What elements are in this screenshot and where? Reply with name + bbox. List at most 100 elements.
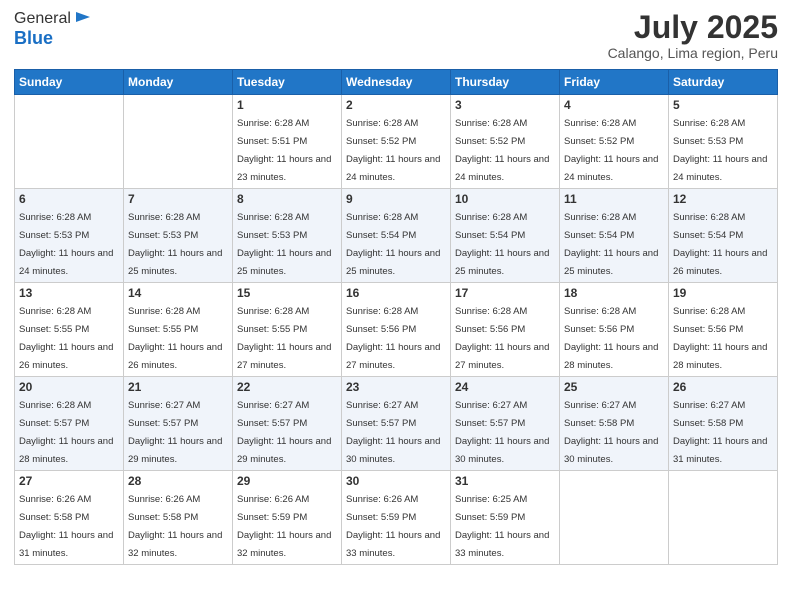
day-number: 18	[564, 286, 664, 300]
day-number: 17	[455, 286, 555, 300]
day-number: 7	[128, 192, 228, 206]
day-info: Sunrise: 6:28 AMSunset: 5:56 PMDaylight:…	[564, 306, 658, 371]
day-number: 14	[128, 286, 228, 300]
day-number: 11	[564, 192, 664, 206]
day-info: Sunrise: 6:27 AMSunset: 5:58 PMDaylight:…	[673, 400, 767, 465]
day-number: 2	[346, 98, 446, 112]
calendar-cell: 30 Sunrise: 6:26 AMSunset: 5:59 PMDaylig…	[342, 471, 451, 565]
day-number: 24	[455, 380, 555, 394]
day-info: Sunrise: 6:27 AMSunset: 5:57 PMDaylight:…	[128, 400, 222, 465]
day-number: 20	[19, 380, 119, 394]
page-header: General Blue July 2025 Calango, Lima reg…	[14, 10, 778, 61]
week-row-5: 27 Sunrise: 6:26 AMSunset: 5:58 PMDaylig…	[15, 471, 778, 565]
day-number: 16	[346, 286, 446, 300]
day-number: 3	[455, 98, 555, 112]
calendar-cell: 9 Sunrise: 6:28 AMSunset: 5:54 PMDayligh…	[342, 189, 451, 283]
logo: General Blue	[14, 10, 92, 49]
day-number: 22	[237, 380, 337, 394]
calendar-cell: 19 Sunrise: 6:28 AMSunset: 5:56 PMDaylig…	[669, 283, 778, 377]
day-info: Sunrise: 6:28 AMSunset: 5:54 PMDaylight:…	[455, 212, 549, 277]
calendar-page: General Blue July 2025 Calango, Lima reg…	[0, 0, 792, 612]
day-number: 31	[455, 474, 555, 488]
day-info: Sunrise: 6:28 AMSunset: 5:53 PMDaylight:…	[673, 118, 767, 183]
logo-blue-text: Blue	[14, 28, 53, 48]
calendar-cell: 18 Sunrise: 6:28 AMSunset: 5:56 PMDaylig…	[560, 283, 669, 377]
day-info: Sunrise: 6:28 AMSunset: 5:55 PMDaylight:…	[19, 306, 113, 371]
calendar-cell: 2 Sunrise: 6:28 AMSunset: 5:52 PMDayligh…	[342, 95, 451, 189]
day-info: Sunrise: 6:28 AMSunset: 5:54 PMDaylight:…	[673, 212, 767, 277]
calendar-cell: 4 Sunrise: 6:28 AMSunset: 5:52 PMDayligh…	[560, 95, 669, 189]
day-number: 12	[673, 192, 773, 206]
day-info: Sunrise: 6:27 AMSunset: 5:57 PMDaylight:…	[455, 400, 549, 465]
day-number: 10	[455, 192, 555, 206]
day-info: Sunrise: 6:28 AMSunset: 5:56 PMDaylight:…	[346, 306, 440, 371]
day-number: 23	[346, 380, 446, 394]
day-number: 21	[128, 380, 228, 394]
day-number: 19	[673, 286, 773, 300]
day-info: Sunrise: 6:26 AMSunset: 5:58 PMDaylight:…	[19, 494, 113, 559]
calendar-cell: 3 Sunrise: 6:28 AMSunset: 5:52 PMDayligh…	[451, 95, 560, 189]
day-info: Sunrise: 6:28 AMSunset: 5:55 PMDaylight:…	[128, 306, 222, 371]
weekday-header-row: Sunday Monday Tuesday Wednesday Thursday…	[15, 70, 778, 95]
calendar-cell: 25 Sunrise: 6:27 AMSunset: 5:58 PMDaylig…	[560, 377, 669, 471]
day-number: 1	[237, 98, 337, 112]
calendar-table: Sunday Monday Tuesday Wednesday Thursday…	[14, 69, 778, 565]
day-number: 8	[237, 192, 337, 206]
day-info: Sunrise: 6:27 AMSunset: 5:57 PMDaylight:…	[237, 400, 331, 465]
day-info: Sunrise: 6:28 AMSunset: 5:57 PMDaylight:…	[19, 400, 113, 465]
day-info: Sunrise: 6:27 AMSunset: 5:57 PMDaylight:…	[346, 400, 440, 465]
day-number: 30	[346, 474, 446, 488]
calendar-cell: 20 Sunrise: 6:28 AMSunset: 5:57 PMDaylig…	[15, 377, 124, 471]
day-number: 27	[19, 474, 119, 488]
day-info: Sunrise: 6:28 AMSunset: 5:51 PMDaylight:…	[237, 118, 331, 183]
calendar-cell	[124, 95, 233, 189]
calendar-cell: 28 Sunrise: 6:26 AMSunset: 5:58 PMDaylig…	[124, 471, 233, 565]
day-info: Sunrise: 6:26 AMSunset: 5:58 PMDaylight:…	[128, 494, 222, 559]
calendar-cell: 22 Sunrise: 6:27 AMSunset: 5:57 PMDaylig…	[233, 377, 342, 471]
day-info: Sunrise: 6:28 AMSunset: 5:53 PMDaylight:…	[237, 212, 331, 277]
day-info: Sunrise: 6:28 AMSunset: 5:53 PMDaylight:…	[128, 212, 222, 277]
calendar-cell: 12 Sunrise: 6:28 AMSunset: 5:54 PMDaylig…	[669, 189, 778, 283]
day-number: 13	[19, 286, 119, 300]
day-info: Sunrise: 6:28 AMSunset: 5:54 PMDaylight:…	[564, 212, 658, 277]
calendar-cell: 5 Sunrise: 6:28 AMSunset: 5:53 PMDayligh…	[669, 95, 778, 189]
day-info: Sunrise: 6:28 AMSunset: 5:52 PMDaylight:…	[564, 118, 658, 183]
title-block: July 2025 Calango, Lima region, Peru	[608, 10, 778, 61]
calendar-cell: 10 Sunrise: 6:28 AMSunset: 5:54 PMDaylig…	[451, 189, 560, 283]
day-info: Sunrise: 6:25 AMSunset: 5:59 PMDaylight:…	[455, 494, 549, 559]
calendar-cell: 17 Sunrise: 6:28 AMSunset: 5:56 PMDaylig…	[451, 283, 560, 377]
day-number: 4	[564, 98, 664, 112]
calendar-cell: 16 Sunrise: 6:28 AMSunset: 5:56 PMDaylig…	[342, 283, 451, 377]
calendar-cell: 23 Sunrise: 6:27 AMSunset: 5:57 PMDaylig…	[342, 377, 451, 471]
header-wednesday: Wednesday	[342, 70, 451, 95]
header-friday: Friday	[560, 70, 669, 95]
calendar-cell: 8 Sunrise: 6:28 AMSunset: 5:53 PMDayligh…	[233, 189, 342, 283]
day-info: Sunrise: 6:27 AMSunset: 5:58 PMDaylight:…	[564, 400, 658, 465]
day-info: Sunrise: 6:26 AMSunset: 5:59 PMDaylight:…	[237, 494, 331, 559]
day-number: 15	[237, 286, 337, 300]
week-row-2: 6 Sunrise: 6:28 AMSunset: 5:53 PMDayligh…	[15, 189, 778, 283]
header-sunday: Sunday	[15, 70, 124, 95]
header-thursday: Thursday	[451, 70, 560, 95]
day-info: Sunrise: 6:28 AMSunset: 5:52 PMDaylight:…	[346, 118, 440, 183]
calendar-cell: 24 Sunrise: 6:27 AMSunset: 5:57 PMDaylig…	[451, 377, 560, 471]
day-number: 9	[346, 192, 446, 206]
week-row-4: 20 Sunrise: 6:28 AMSunset: 5:57 PMDaylig…	[15, 377, 778, 471]
logo-flag-icon	[74, 10, 92, 28]
day-number: 5	[673, 98, 773, 112]
logo-general-text: General	[14, 10, 71, 28]
day-number: 26	[673, 380, 773, 394]
calendar-cell	[669, 471, 778, 565]
calendar-cell: 6 Sunrise: 6:28 AMSunset: 5:53 PMDayligh…	[15, 189, 124, 283]
calendar-cell: 15 Sunrise: 6:28 AMSunset: 5:55 PMDaylig…	[233, 283, 342, 377]
day-number: 6	[19, 192, 119, 206]
calendar-subtitle: Calango, Lima region, Peru	[608, 45, 778, 61]
calendar-cell: 14 Sunrise: 6:28 AMSunset: 5:55 PMDaylig…	[124, 283, 233, 377]
calendar-title: July 2025	[608, 10, 778, 45]
week-row-1: 1 Sunrise: 6:28 AMSunset: 5:51 PMDayligh…	[15, 95, 778, 189]
week-row-3: 13 Sunrise: 6:28 AMSunset: 5:55 PMDaylig…	[15, 283, 778, 377]
calendar-cell	[560, 471, 669, 565]
day-number: 28	[128, 474, 228, 488]
calendar-cell: 11 Sunrise: 6:28 AMSunset: 5:54 PMDaylig…	[560, 189, 669, 283]
day-number: 25	[564, 380, 664, 394]
